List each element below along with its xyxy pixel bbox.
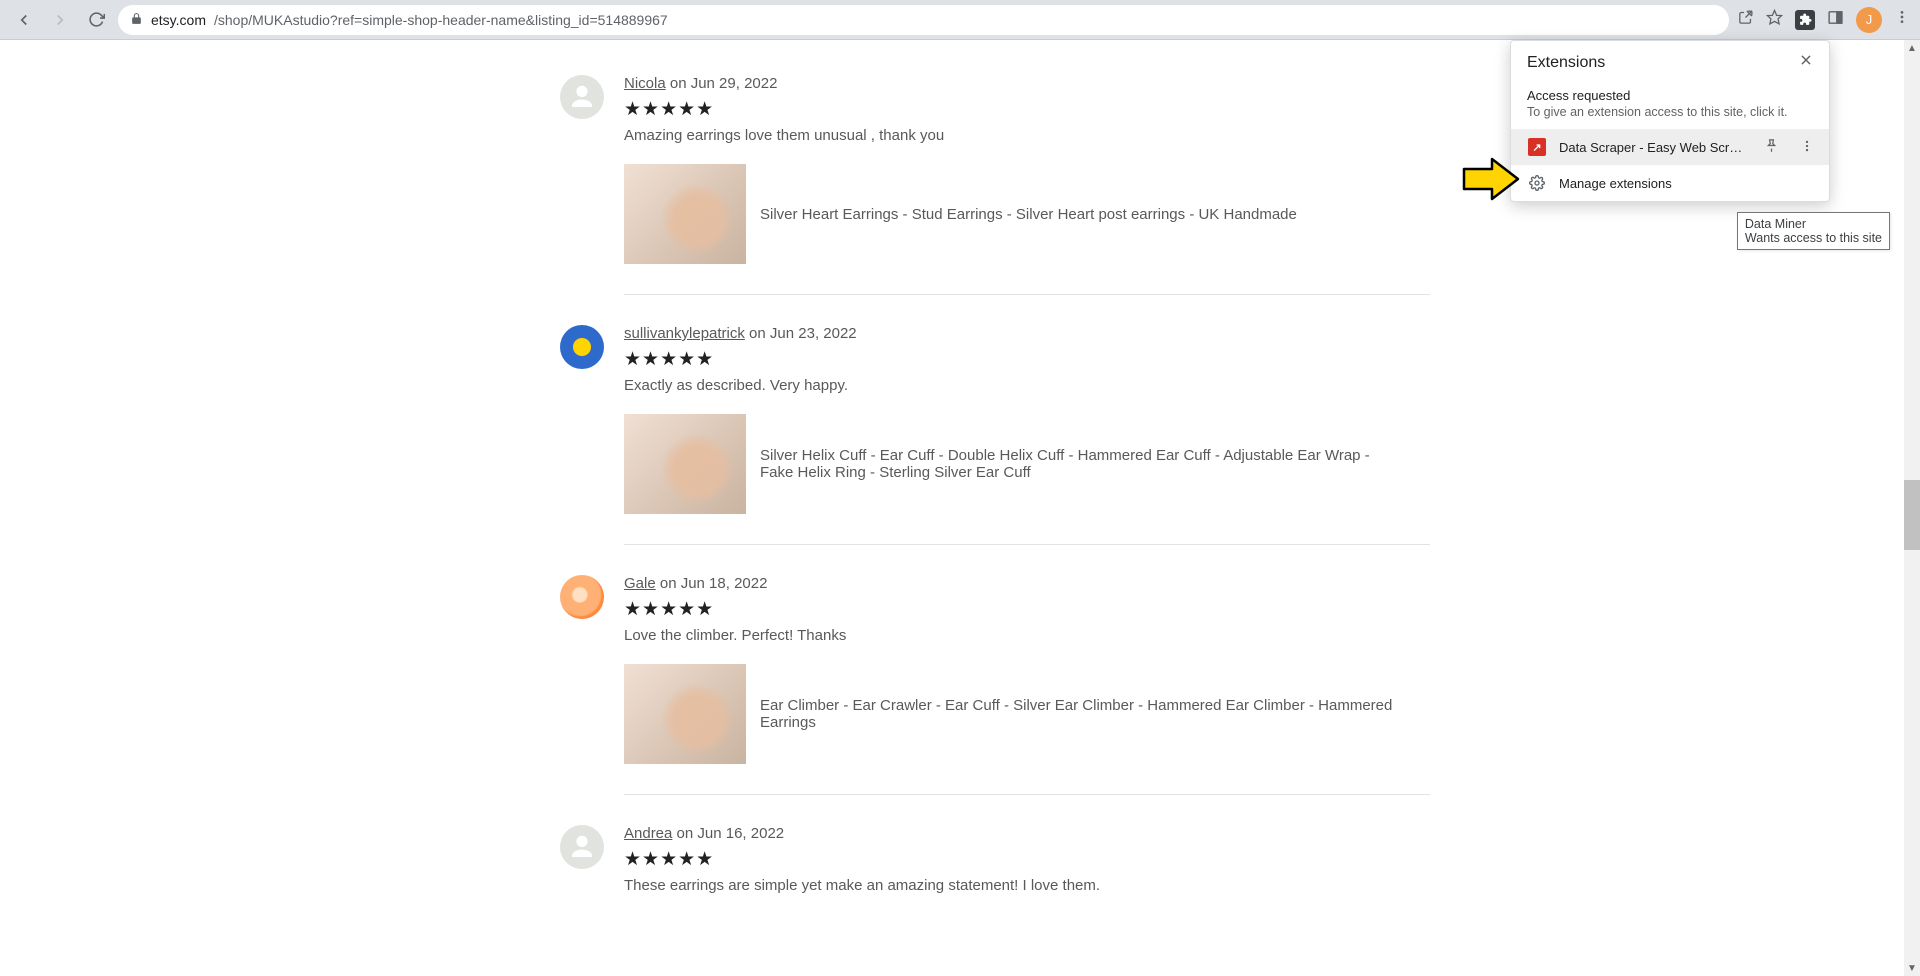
extension-item-data-scraper[interactable]: ↗ Data Scraper - Easy Web Scrapi... [1511,129,1829,165]
review-stars: ★★★★★ [624,598,1430,621]
review-product[interactable]: Silver Helix Cuff - Ear Cuff - Double He… [624,414,1430,514]
product-name: Silver Heart Earrings - Stud Earrings - … [760,206,1297,223]
review-stars: ★★★★★ [624,848,1430,871]
review: Nicola on Jun 29, 2022 ★★★★★ Amazing ear… [560,75,1430,325]
bookmark-icon[interactable] [1766,9,1783,31]
review: sullivankylepatrick on Jun 23, 2022 ★★★★… [560,325,1430,575]
review-byline: Gale on Jun 18, 2022 [624,575,1430,592]
product-thumb [624,664,746,764]
review-text: Exactly as described. Very happy. [624,377,1430,394]
product-name: Ear Climber - Ear Crawler - Ear Cuff - S… [760,697,1400,731]
reviews-list: Nicola on Jun 29, 2022 ★★★★★ Amazing ear… [560,40,1430,944]
review-user-link[interactable]: Nicola [624,75,666,92]
extensions-popup: Extensions Access requested To give an e… [1510,40,1830,202]
review: Andrea on Jun 16, 2022 ★★★★★ These earri… [560,825,1430,944]
tooltip-title: Data Miner [1745,217,1882,231]
review-text: These earrings are simple yet make an am… [624,877,1430,894]
review-stars: ★★★★★ [624,98,1430,121]
avatar[interactable] [560,825,604,869]
gear-icon [1527,173,1547,193]
page-content: Nicola on Jun 29, 2022 ★★★★★ Amazing ear… [0,40,1536,976]
back-button[interactable] [10,6,38,34]
manage-extensions-label: Manage extensions [1559,176,1819,191]
review-byline: Nicola on Jun 29, 2022 [624,75,1430,92]
review-text: Amazing earrings love them unusual , tha… [624,127,1430,144]
review-user-link[interactable]: Andrea [624,825,672,842]
annotation-arrow [1460,155,1520,208]
scroll-up-icon[interactable]: ▲ [1904,40,1920,56]
url-host: etsy.com [151,12,206,28]
lock-icon [130,12,143,28]
manage-extensions[interactable]: Manage extensions [1511,165,1829,201]
address-bar[interactable]: etsy.com/shop/MUKAstudio?ref=simple-shop… [118,5,1729,35]
avatar[interactable] [560,325,604,369]
more-icon[interactable] [1795,139,1819,156]
scrollbar[interactable]: ▲ ▼ [1904,40,1920,976]
product-name: Silver Helix Cuff - Ear Cuff - Double He… [760,447,1400,481]
close-icon[interactable] [1799,53,1813,72]
extensions-icon[interactable] [1795,10,1815,30]
review-product[interactable]: Ear Climber - Ear Crawler - Ear Cuff - S… [624,664,1430,764]
browser-toolbar: etsy.com/shop/MUKAstudio?ref=simple-shop… [0,0,1920,40]
review-user-link[interactable]: Gale [624,575,656,592]
review-text: Love the climber. Perfect! Thanks [624,627,1430,644]
url-path: /shop/MUKAstudio?ref=simple-shop-header-… [214,12,668,28]
review-stars: ★★★★★ [624,348,1430,371]
review-user-link[interactable]: sullivankylepatrick [624,325,745,342]
reload-button[interactable] [82,6,110,34]
extensions-popup-title: Extensions [1527,54,1605,72]
extensions-popup-header: Extensions [1511,41,1829,84]
review-product[interactable]: Silver Heart Earrings - Stud Earrings - … [624,164,1430,264]
product-thumb [624,414,746,514]
access-requested-sub: To give an extension access to this site… [1511,105,1829,129]
extension-name: Data Scraper - Easy Web Scrapi... [1559,140,1747,155]
extension-icon: ↗ [1527,137,1547,157]
tooltip: Data Miner Wants access to this site [1737,212,1890,250]
avatar[interactable] [560,575,604,619]
chrome-menu-icon[interactable] [1894,9,1910,30]
side-panel-icon[interactable] [1827,9,1844,31]
scroll-down-icon[interactable]: ▼ [1904,960,1920,976]
scroll-thumb[interactable] [1904,480,1920,550]
forward-button[interactable] [46,6,74,34]
product-thumb [624,164,746,264]
tooltip-subtitle: Wants access to this site [1745,231,1882,245]
review-byline: sullivankylepatrick on Jun 23, 2022 [624,325,1430,342]
review-byline: Andrea on Jun 16, 2022 [624,825,1430,842]
review: Gale on Jun 18, 2022 ★★★★★ Love the clim… [560,575,1430,825]
share-icon[interactable] [1737,9,1754,31]
pin-icon[interactable] [1759,138,1783,156]
toolbar-right: J [1737,7,1910,33]
profile-avatar[interactable]: J [1856,7,1882,33]
avatar[interactable] [560,75,604,119]
viewport: ▲ ▼ Nicola on Jun 29, 2022 ★★★★★ Amazing… [0,40,1920,976]
access-requested-label: Access requested [1511,84,1829,105]
